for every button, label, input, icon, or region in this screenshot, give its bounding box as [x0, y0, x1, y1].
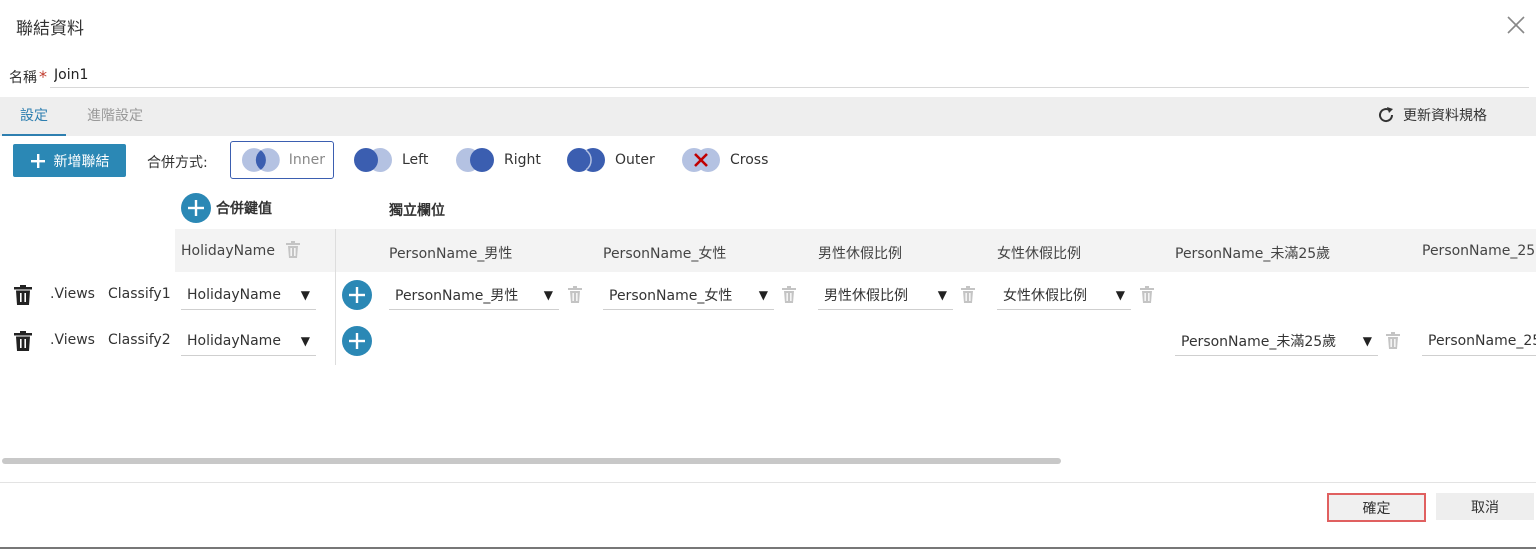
delete-key-trash-icon[interactable] — [285, 241, 301, 259]
chevron-down-icon: ▼ — [937, 287, 947, 302]
delete-field-trash-icon[interactable] — [1385, 332, 1401, 350]
close-icon[interactable] — [1505, 14, 1527, 36]
field-select-value: PersonName_男性 — [395, 287, 519, 304]
right-label: Right — [504, 152, 541, 168]
column-header: PersonName_女性 — [603, 246, 727, 262]
field-select-value: PersonName_女性 — [609, 287, 733, 304]
column-header: PersonName_男性 — [389, 246, 513, 262]
chevron-down-icon: ▼ — [543, 287, 553, 302]
tab-advanced-settings[interactable]: 進階設定 — [82, 97, 148, 136]
join-option-inner[interactable]: Inner — [230, 141, 334, 179]
add-merge-key[interactable]: 合併鍵值 — [181, 193, 272, 223]
column-header: 女性休假比例 — [997, 246, 1081, 262]
name-label-text: 名稱 — [9, 70, 37, 86]
field-select[interactable]: PersonName_未滿25歲 ▼ — [1175, 326, 1378, 356]
cross-label: Cross — [730, 152, 769, 168]
row-table-name: Classify2 — [108, 332, 171, 348]
merge-key-label: 合併鍵值 — [216, 201, 272, 217]
ok-button[interactable]: 確定 — [1327, 493, 1426, 522]
column-header: PersonName_未滿25歲 — [1175, 246, 1331, 262]
field-select[interactable]: PersonName_女性 ▼ — [603, 280, 774, 310]
field-select[interactable]: PersonName_25 — [1422, 326, 1536, 356]
delete-field-trash-icon[interactable] — [1139, 286, 1155, 304]
cross-join-icon — [682, 148, 720, 172]
field-select[interactable]: 女性休假比例 ▼ — [997, 280, 1131, 310]
delete-row-trash-icon[interactable] — [14, 285, 32, 305]
right-join-icon — [456, 148, 494, 172]
left-label: Left — [402, 152, 429, 168]
cancel-button[interactable]: 取消 — [1436, 493, 1534, 520]
name-label: 名稱 * — [9, 67, 47, 87]
independent-fields-label: 獨立欄位 — [389, 203, 445, 219]
outer-label: Outer — [615, 152, 655, 168]
left-join-icon — [354, 148, 392, 172]
field-select[interactable]: 男性休假比例 ▼ — [818, 280, 953, 310]
column-header: PersonName_25 — [1422, 243, 1536, 259]
required-mark: * — [39, 67, 47, 86]
field-select-value: 女性休假比例 — [1003, 287, 1087, 304]
horizontal-scrollbar[interactable] — [2, 458, 1061, 464]
refresh-icon — [1379, 107, 1394, 123]
column-divider — [335, 229, 336, 365]
name-input[interactable] — [50, 62, 1529, 88]
row-table-prefix: .Views — [50, 332, 95, 348]
chevron-down-icon: ▼ — [300, 333, 310, 348]
inner-label: Inner — [288, 152, 325, 168]
key-header: HolidayName — [181, 243, 275, 259]
row-table-prefix: .Views — [50, 286, 95, 302]
add-field-icon[interactable] — [342, 326, 372, 356]
add-join-label: 新增聯結 — [53, 153, 110, 170]
join-option-right[interactable]: Right — [452, 141, 541, 179]
join-mode-label: 合併方式: — [147, 155, 208, 171]
join-option-outer[interactable]: Outer — [563, 141, 655, 179]
column-header: 男性休假比例 — [818, 246, 902, 262]
field-select[interactable]: PersonName_男性 ▼ — [389, 280, 559, 310]
outer-join-icon — [567, 148, 605, 172]
key-select-value: HolidayName — [187, 286, 281, 303]
delete-field-trash-icon[interactable] — [960, 286, 976, 304]
join-option-left[interactable]: Left — [350, 141, 428, 179]
key-select[interactable]: HolidayName ▼ — [181, 280, 316, 310]
add-join-button[interactable]: 新增聯結 — [13, 144, 126, 177]
field-select-value: PersonName_未滿25歲 — [1181, 333, 1337, 350]
inner-join-icon — [241, 148, 280, 172]
refresh-label: 更新資料規格 — [1403, 108, 1487, 124]
field-select-value: 男性休假比例 — [824, 287, 908, 304]
key-select-value: HolidayName — [187, 332, 281, 349]
add-field-icon[interactable] — [342, 280, 372, 310]
refresh-schema-button[interactable]: 更新資料規格 — [1376, 105, 1487, 125]
plus-icon — [30, 153, 45, 168]
add-circle-icon — [181, 193, 211, 223]
chevron-down-icon: ▼ — [758, 287, 768, 302]
delete-field-trash-icon[interactable] — [567, 286, 583, 304]
field-select-value: PersonName_25 — [1428, 332, 1536, 349]
chevron-down-icon: ▼ — [1115, 287, 1125, 302]
delete-field-trash-icon[interactable] — [781, 286, 797, 304]
chevron-down-icon: ▼ — [300, 287, 310, 302]
chevron-down-icon: ▼ — [1362, 333, 1372, 348]
footer-divider — [0, 482, 1536, 483]
tab-settings[interactable]: 設定 — [2, 97, 66, 136]
dialog-title: 聯結資料 — [16, 19, 84, 39]
fields-header-row — [336, 229, 1536, 272]
key-select[interactable]: HolidayName ▼ — [181, 326, 316, 356]
join-option-cross[interactable]: Cross — [678, 141, 768, 179]
delete-row-trash-icon[interactable] — [14, 331, 32, 351]
tab-bar — [0, 97, 1536, 136]
row-table-name: Classify1 — [108, 286, 171, 302]
